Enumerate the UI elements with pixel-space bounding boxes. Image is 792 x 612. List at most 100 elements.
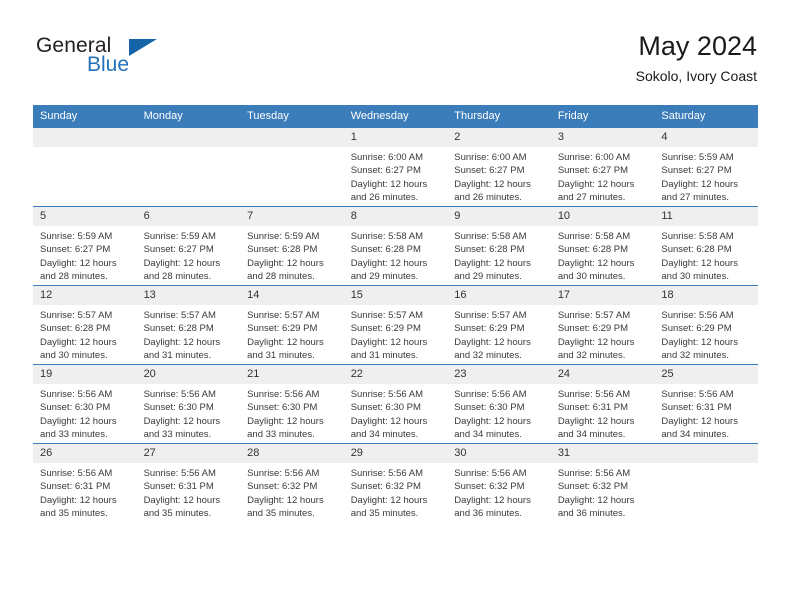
calendar-day-cell[interactable]: 16 Sunrise: 5:57 AM Sunset: 6:29 PM Dayligh…	[447, 285, 551, 365]
day-details: Sunrise: 5:56 AM Sunset: 6:30 PM Daylight:…	[137, 384, 241, 442]
weekday-header-sunday: Sunday	[33, 105, 137, 128]
day-number: 6	[136, 207, 241, 226]
sunset-text: Sunset: 6:32 PM	[350, 481, 421, 493]
daylight-text-line1: Daylight: 12 hours	[454, 494, 531, 506]
calendar-day-cell[interactable]: 11 Sunrise: 5:58 AM Sunset: 6:28 PM Dayligh…	[654, 206, 758, 286]
daylight-text-line2: and 30 minutes.	[557, 271, 626, 283]
day-details: Sunrise: 5:56 AM Sunset: 6:31 PM Daylight:…	[551, 384, 655, 442]
calendar-day-cell[interactable]: 3 Sunrise: 6:00 AM Sunset: 6:27 PM Daylight…	[550, 127, 655, 207]
sunrise-text: Sunrise: 5:56 AM	[247, 468, 320, 479]
weekday-header-friday: Friday	[550, 105, 655, 128]
calendar-day-cell[interactable]: 2 Sunrise: 6:00 AM Sunset: 6:27 PM Daylight…	[447, 127, 551, 207]
daylight-text-line1: Daylight: 12 hours	[40, 336, 117, 348]
calendar-cell-empty	[240, 127, 344, 207]
calendar-day-cell[interactable]: 4 Sunrise: 5:59 AM Sunset: 6:27 PM Daylight…	[654, 127, 758, 207]
sunset-text: Sunset: 6:29 PM	[661, 323, 732, 335]
calendar-day-cell[interactable]: 24 Sunrise: 5:56 AM Sunset: 6:31 PM Dayligh…	[550, 364, 655, 444]
calendar-day-cell[interactable]: 12 Sunrise: 5:57 AM Sunset: 6:28 PM Dayligh…	[33, 285, 137, 365]
calendar-day-cell[interactable]: 14 Sunrise: 5:57 AM Sunset: 6:29 PM Dayligh…	[240, 285, 344, 365]
calendar-day-cell[interactable]: 21 Sunrise: 5:56 AM Sunset: 6:30 PM Dayligh…	[240, 364, 344, 444]
weekday-header-thursday: Thursday	[447, 105, 551, 128]
calendar-day-cell[interactable]: 19 Sunrise: 5:56 AM Sunset: 6:30 PM Dayligh…	[33, 364, 137, 444]
daylight-text-line2: and 26 minutes.	[350, 192, 419, 204]
day-number: 21	[240, 365, 344, 384]
calendar-day-cell[interactable]: 28 Sunrise: 5:56 AM Sunset: 6:32 PM Dayligh…	[240, 443, 344, 522]
calendar-cell-empty	[33, 127, 137, 207]
daylight-text-line2: and 29 minutes.	[454, 271, 522, 283]
day-number: 27	[136, 444, 241, 463]
calendar-day-cell[interactable]: 10 Sunrise: 5:58 AM Sunset: 6:28 PM Dayligh…	[550, 206, 655, 286]
calendar-day-cell[interactable]: 1 Sunrise: 6:00 AM Sunset: 6:27 PM Daylight…	[343, 127, 448, 207]
calendar-day-cell[interactable]: 20 Sunrise: 5:56 AM Sunset: 6:30 PM Dayligh…	[136, 364, 241, 444]
daylight-text-line2: and 34 minutes.	[454, 429, 522, 441]
calendar-day-cell[interactable]: 13 Sunrise: 5:57 AM Sunset: 6:28 PM Dayligh…	[136, 285, 241, 365]
day-number: 22	[343, 365, 448, 384]
daylight-text-line2: and 33 minutes.	[143, 429, 212, 441]
calendar-day-cell[interactable]: 6 Sunrise: 5:59 AM Sunset: 6:27 PM Daylight…	[136, 206, 241, 286]
daylight-text-line1: Daylight: 12 hours	[454, 415, 531, 427]
calendar-day-cell[interactable]: 22 Sunrise: 5:56 AM Sunset: 6:30 PM Dayligh…	[343, 364, 448, 444]
sunset-text: Sunset: 6:29 PM	[454, 323, 525, 335]
day-number: 2	[447, 128, 551, 147]
day-number: 13	[136, 286, 241, 305]
sunset-text: Sunset: 6:28 PM	[40, 323, 111, 335]
weekday-header-row: Sunday Monday Tuesday Wednesday Thursday…	[33, 105, 758, 128]
calendar-week-row: 19 Sunrise: 5:56 AM Sunset: 6:30 PM Dayligh…	[33, 364, 758, 444]
daylight-text-line1: Daylight: 12 hours	[143, 415, 221, 427]
daylight-text-line2: and 35 minutes.	[350, 508, 419, 520]
daylight-text-line2: and 31 minutes.	[143, 350, 212, 362]
daylight-text-line2: and 31 minutes.	[350, 350, 419, 362]
sunset-text: Sunset: 6:29 PM	[247, 323, 318, 335]
day-number: 29	[343, 444, 448, 463]
day-details: Sunrise: 5:56 AM Sunset: 6:32 PM Daylight:…	[447, 463, 551, 521]
daylight-text-line2: and 33 minutes.	[247, 429, 315, 441]
day-details: Sunrise: 5:58 AM Sunset: 6:28 PM Daylight:…	[551, 226, 655, 284]
sunrise-text: Sunrise: 5:59 AM	[661, 152, 734, 163]
calendar-day-cell[interactable]: 8 Sunrise: 5:58 AM Sunset: 6:28 PM Daylight…	[343, 206, 448, 286]
calendar-day-cell[interactable]: 31 Sunrise: 5:56 AM Sunset: 6:32 PM Dayligh…	[550, 443, 655, 522]
daylight-text-line2: and 31 minutes.	[247, 350, 315, 362]
daylight-text-line1: Daylight: 12 hours	[40, 257, 117, 269]
calendar-day-cell[interactable]: 23 Sunrise: 5:56 AM Sunset: 6:30 PM Dayligh…	[447, 364, 551, 444]
sunset-text: Sunset: 6:27 PM	[557, 165, 629, 177]
sunrise-text: Sunrise: 5:56 AM	[143, 389, 216, 400]
general-blue-logo[interactable]: General Blue	[33, 34, 273, 90]
sunrise-text: Sunrise: 5:57 AM	[40, 310, 113, 321]
sunrise-text: Sunrise: 6:00 AM	[557, 152, 631, 163]
calendar-day-cell[interactable]: 5 Sunrise: 5:59 AM Sunset: 6:27 PM Daylight…	[33, 206, 137, 286]
sunset-text: Sunset: 6:27 PM	[143, 244, 214, 256]
day-details: Sunrise: 5:59 AM Sunset: 6:28 PM Daylight:…	[240, 226, 344, 284]
day-details: Sunrise: 5:57 AM Sunset: 6:29 PM Daylight:…	[344, 305, 448, 363]
calendar-day-cell[interactable]: 29 Sunrise: 5:56 AM Sunset: 6:32 PM Dayligh…	[343, 443, 448, 522]
calendar-day-cell[interactable]: 26 Sunrise: 5:56 AM Sunset: 6:31 PM Dayligh…	[33, 443, 137, 522]
sunrise-text: Sunrise: 5:56 AM	[143, 468, 216, 479]
day-number	[240, 128, 344, 147]
sunset-text: Sunset: 6:32 PM	[557, 481, 629, 493]
sunset-text: Sunset: 6:32 PM	[247, 481, 318, 493]
calendar-day-cell[interactable]: 17 Sunrise: 5:57 AM Sunset: 6:29 PM Dayligh…	[550, 285, 655, 365]
daylight-text-line1: Daylight: 12 hours	[557, 178, 635, 190]
daylight-text-line1: Daylight: 12 hours	[143, 494, 221, 506]
calendar-day-cell[interactable]: 9 Sunrise: 5:58 AM Sunset: 6:28 PM Daylight…	[447, 206, 551, 286]
day-number: 11	[654, 207, 758, 226]
sunset-text: Sunset: 6:31 PM	[40, 481, 111, 493]
daylight-text-line2: and 26 minutes.	[454, 192, 522, 204]
sunset-text: Sunset: 6:29 PM	[350, 323, 421, 335]
calendar-day-cell[interactable]: 30 Sunrise: 5:56 AM Sunset: 6:32 PM Dayligh…	[447, 443, 551, 522]
day-number: 28	[240, 444, 344, 463]
calendar-day-cell[interactable]: 15 Sunrise: 5:57 AM Sunset: 6:29 PM Dayligh…	[343, 285, 448, 365]
calendar-day-cell[interactable]: 27 Sunrise: 5:56 AM Sunset: 6:31 PM Dayligh…	[136, 443, 241, 522]
day-details: Sunrise: 5:56 AM Sunset: 6:31 PM Daylight:…	[33, 463, 137, 521]
calendar-day-cell[interactable]: 7 Sunrise: 5:59 AM Sunset: 6:28 PM Daylight…	[240, 206, 344, 286]
daylight-text-line1: Daylight: 12 hours	[557, 494, 635, 506]
sunset-text: Sunset: 6:28 PM	[143, 323, 214, 335]
weekday-header-tuesday: Tuesday	[240, 105, 344, 128]
daylight-text-line1: Daylight: 12 hours	[247, 494, 324, 506]
day-details: Sunrise: 5:57 AM Sunset: 6:29 PM Daylight:…	[551, 305, 655, 363]
page-header: General Blue May 2024 Sokolo, Ivory Coas…	[33, 30, 757, 98]
calendar-day-cell[interactable]: 25 Sunrise: 5:56 AM Sunset: 6:31 PM Dayligh…	[654, 364, 758, 444]
calendar-day-cell[interactable]: 18 Sunrise: 5:56 AM Sunset: 6:29 PM Dayligh…	[654, 285, 758, 365]
sunrise-text: Sunrise: 5:56 AM	[40, 468, 113, 479]
daylight-text-line2: and 35 minutes.	[40, 508, 108, 520]
day-details: Sunrise: 5:56 AM Sunset: 6:30 PM Daylight:…	[447, 384, 551, 442]
